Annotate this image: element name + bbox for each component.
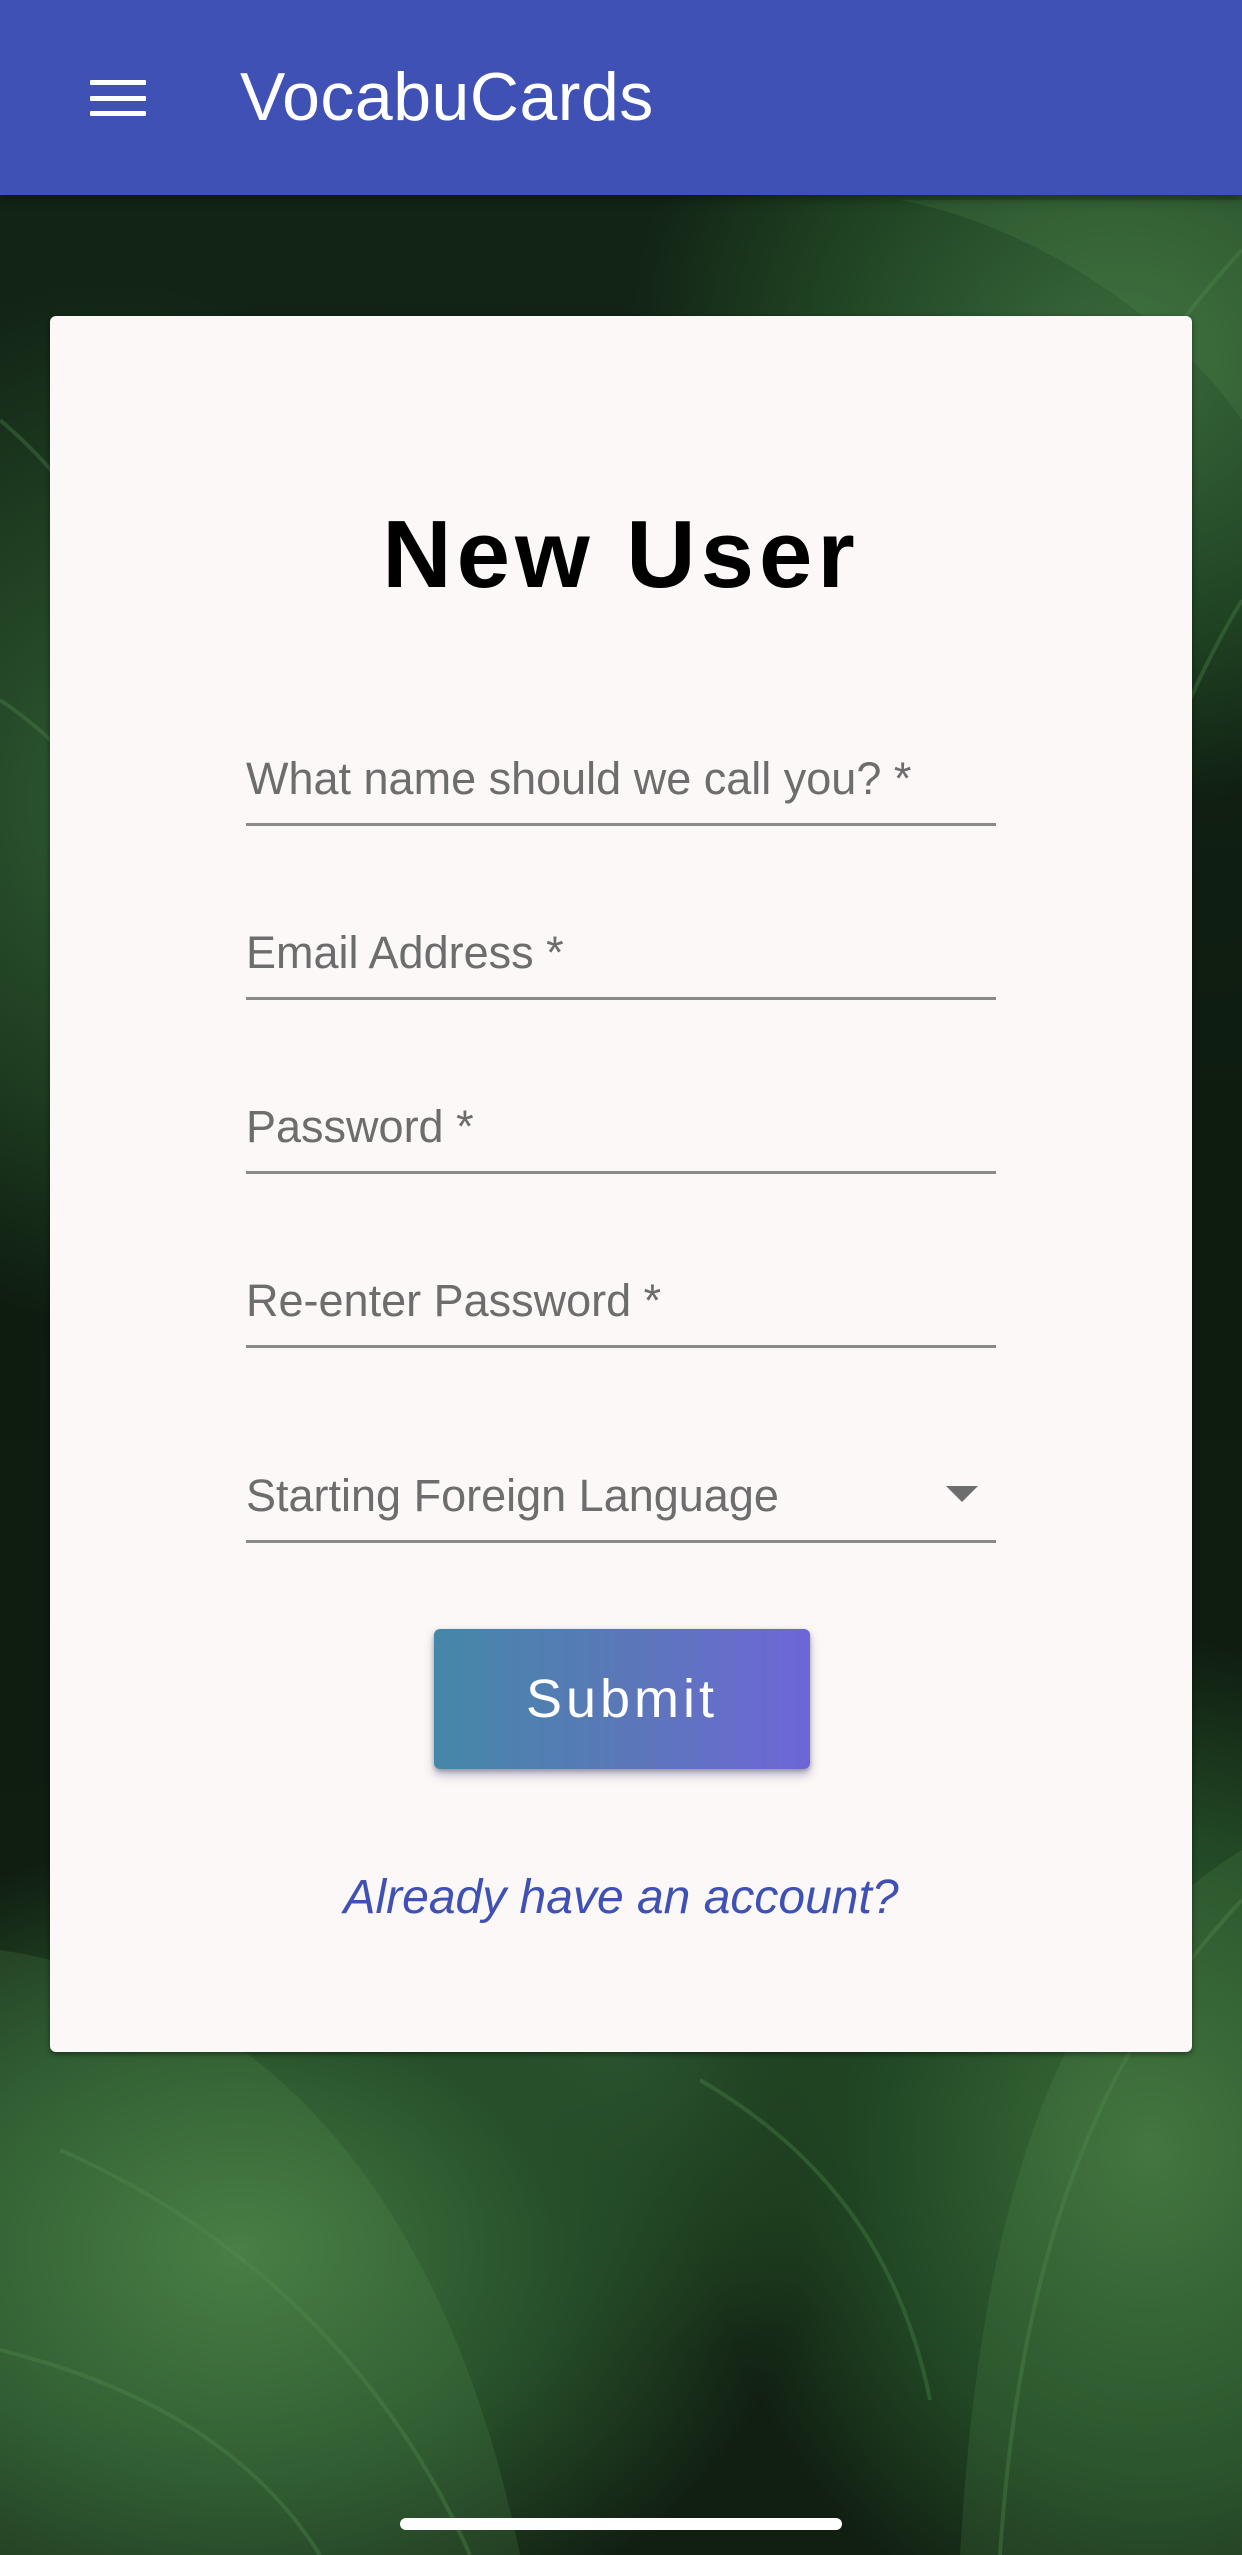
home-indicator[interactable] xyxy=(400,2518,842,2530)
email-input[interactable] xyxy=(246,929,1000,991)
starting-language-label: Starting Foreign Language xyxy=(246,1470,779,1521)
app-title: VocabuCards xyxy=(240,59,654,135)
password-input[interactable] xyxy=(246,1103,1000,1165)
reenter-password-input[interactable] xyxy=(246,1277,1000,1339)
new-user-card: New User What name should we call you? *… xyxy=(50,316,1192,2052)
starting-language-select[interactable]: Starting Foreign Language xyxy=(246,1440,996,1543)
hamburger-menu-icon[interactable] xyxy=(90,60,200,136)
app-bar: VocabuCards xyxy=(0,0,1242,195)
email-field[interactable]: Email Address * xyxy=(246,904,1000,1000)
submit-button[interactable]: Submit xyxy=(434,1629,810,1769)
reenter-password-field[interactable]: Re-enter Password * xyxy=(246,1252,1000,1348)
password-field[interactable]: Password * xyxy=(246,1078,1000,1174)
dropdown-arrow-icon[interactable] xyxy=(946,1486,978,1502)
name-input[interactable] xyxy=(246,755,1000,817)
name-field[interactable]: What name should we call you? * xyxy=(246,730,1000,826)
already-have-account-link[interactable]: Already have an account? xyxy=(50,1858,1192,1938)
page-title: New User xyxy=(382,501,860,608)
